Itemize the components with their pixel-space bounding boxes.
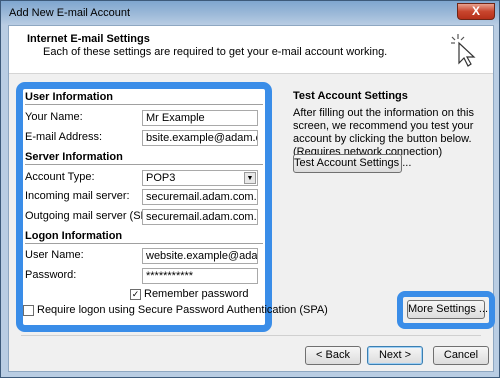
- server-information-heading: Server Information: [25, 151, 123, 163]
- more-settings-button[interactable]: More Settings ...: [407, 300, 488, 319]
- test-settings-description: After filling out the information on thi…: [293, 107, 474, 158]
- remember-password-label: Remember password: [144, 288, 249, 300]
- dialog-body: Internet E-mail Settings Each of these s…: [8, 25, 495, 372]
- next-button[interactable]: Next >: [367, 346, 423, 365]
- page-subtitle: Each of these settings are required to g…: [43, 46, 388, 58]
- password-label: Password:: [25, 269, 77, 281]
- your-name-input[interactable]: Mr Example: [142, 110, 258, 126]
- user-information-heading: User Information: [25, 91, 114, 103]
- back-button[interactable]: < Back: [305, 346, 361, 365]
- chevron-down-icon[interactable]: ▼: [244, 172, 256, 184]
- divider: [25, 104, 263, 105]
- more-settings-highlight: More Settings ...: [397, 291, 495, 329]
- account-type-label: Account Type:: [25, 171, 95, 183]
- account-type-select[interactable]: POP3 ▼: [142, 170, 258, 186]
- email-input[interactable]: bsite.example@adam.com.au: [142, 130, 258, 146]
- email-label: E-mail Address:: [25, 131, 103, 143]
- username-input[interactable]: website.example@adam.com.: [142, 248, 258, 264]
- test-settings-heading: Test Account Settings: [293, 90, 408, 102]
- divider: [25, 243, 263, 244]
- window-title: Add New E-mail Account: [9, 7, 131, 19]
- remember-password-checkbox[interactable]: ✓: [130, 289, 141, 300]
- cursor-sparkle-icon: [451, 34, 476, 67]
- dialog-window: Add New E-mail Account X Internet E-mail…: [0, 0, 500, 378]
- outgoing-server-input[interactable]: securemail.adam.com.au: [142, 209, 258, 225]
- incoming-server-input[interactable]: securemail.adam.com.au: [142, 189, 258, 205]
- spa-label: Require logon using Secure Password Auth…: [37, 304, 328, 316]
- divider: [21, 335, 481, 336]
- username-label: User Name:: [25, 249, 84, 261]
- account-settings-panel: User Information Your Name: Mr Example E…: [16, 82, 272, 332]
- close-button[interactable]: X: [457, 3, 495, 20]
- test-account-settings-button[interactable]: Test Account Settings ...: [293, 154, 411, 173]
- logon-information-heading: Logon Information: [25, 230, 123, 242]
- header-band: Internet E-mail Settings Each of these s…: [9, 26, 493, 74]
- account-type-value: POP3: [146, 172, 176, 184]
- incoming-server-label: Incoming mail server:: [25, 190, 130, 202]
- page-title: Internet E-mail Settings: [27, 33, 150, 45]
- divider: [25, 164, 263, 165]
- cancel-button[interactable]: Cancel: [433, 346, 489, 365]
- your-name-label: Your Name:: [25, 111, 83, 123]
- spa-checkbox[interactable]: [23, 305, 34, 316]
- title-bar[interactable]: Add New E-mail Account X: [1, 1, 500, 25]
- password-input[interactable]: ***********: [142, 268, 258, 284]
